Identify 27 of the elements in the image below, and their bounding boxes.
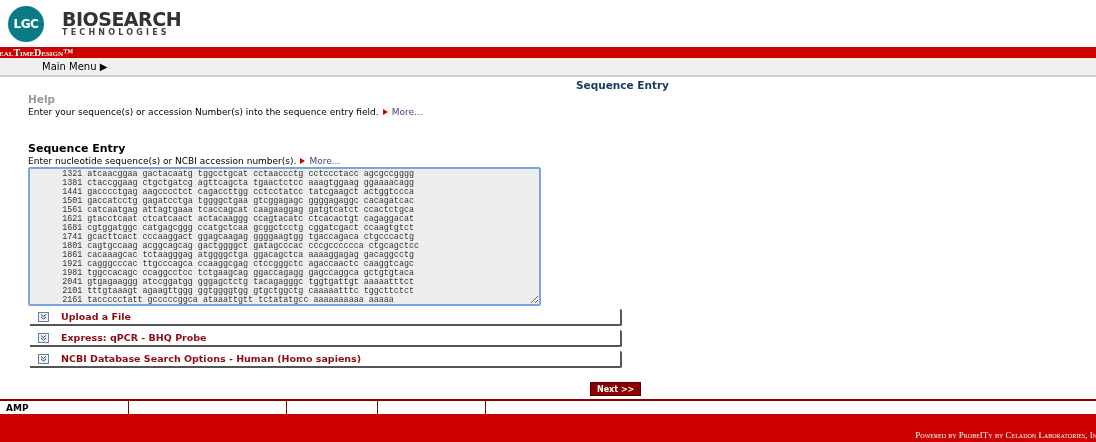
more-arrow-icon <box>300 158 306 164</box>
status-label: AMP <box>6 402 29 413</box>
collapsible-panel[interactable]: Express: qPCR - BHQ Probe <box>30 330 622 347</box>
collapsible-panel[interactable]: NCBI Database Search Options - Human (Homo sapiens) <box>30 351 622 368</box>
sequence-field[interactable]: 1321 atcaacggaa gactacaatg tggcctgcat cctaaccctg cctccctacc agcgccgggg 1381 ctaccggaag ctgctgatcg agttcagcta tgaactctcc aaagtggaag ggaaaacagg 1441 gacccctgag aagcccctct cagaccttgg cctcctatcc tatcgaagct actggtccca 1501 gaccatcctg gagatcctga tggggctgaa gtcggagagc ggggagaggc cacagatcac 1561 catcaatgag attagtgaaa tcaccagcat caagaaggag gatgtcatct ccactctgca 1621 gtacctcaat ctcatcaact actacaaggg ccagtacatc ctcacactgt cagaggacat 1681 cgtggatggc catgagcggg ccatgctcaa gcggctcctg cggatcgact ccaagtgtct 1741 gcacttcact cccaaggact ggagcaagag ggggaagtgg tgaccagaca ctgcccactg 1801 cagtgccaag acggcagcag gactggggct gatagcccac cccgcccccca ctgcagctcc 1861 cacaaagcac tctaagggag atggggctga ggacagctca aaaaggagag gacaggcctg 1921 cagggcccac ttgcccagca ccaaggcgag ctccgggctc agaccaactc caaggtcagc 1981 tggccacagc ccaggcctcc tctgaagcag ggaccagagg gagccaggca gctgtgtaca 2041 gtgagaaggg atccggatgg gggagctctg tacagagggc tggtgattgt aaaaatttct 2101 tttgtaaagt agaagttggg ggtggggtgg gtgctggctg caaaaatttc tggcttctct 2161 taccccctatt gcccccggca ataaattgtt tctatatgcc aaaaaaaaaa aaaaa <box>28 167 541 306</box>
help-text: Enter your sequence(s) or accession Number(s) into the sequence entry field. <box>28 106 379 118</box>
collapsible-panel[interactable]: Upload a File <box>30 309 622 326</box>
expand-icon[interactable] <box>38 332 49 343</box>
brand-name: BIOSEARCH <box>62 10 182 29</box>
help-heading: Help <box>28 93 57 106</box>
app-title: ealTimeDesign™ <box>0 47 74 58</box>
expand-icon[interactable] <box>38 353 49 364</box>
more-arrow-icon <box>382 109 388 115</box>
footer-text: Powered by ProbeITy by Celadon Laboratories, In <box>915 430 1096 440</box>
section-heading: Sequence Entry <box>28 142 127 155</box>
panel-title: Upload a File <box>61 311 131 322</box>
main-menu-link[interactable]: Main Menu ▶ <box>42 61 108 72</box>
more-link[interactable]: More... <box>309 155 341 167</box>
panel-title: Express: qPCR - BHQ Probe <box>61 332 207 343</box>
page-title: Sequence Entry <box>576 79 669 91</box>
expand-icon[interactable] <box>38 311 49 322</box>
next-button[interactable]: Next >> <box>590 382 642 396</box>
more-link[interactable]: More... <box>391 106 423 118</box>
logo-badge: LGC <box>8 5 44 42</box>
brand-tagline: TECHNOLOGIES <box>62 29 171 37</box>
panel-title: NCBI Database Search Options - Human (Homo sapiens) <box>61 353 362 364</box>
section-description: Enter nucleotide sequence(s) or NCBI accession number(s). <box>28 155 297 167</box>
